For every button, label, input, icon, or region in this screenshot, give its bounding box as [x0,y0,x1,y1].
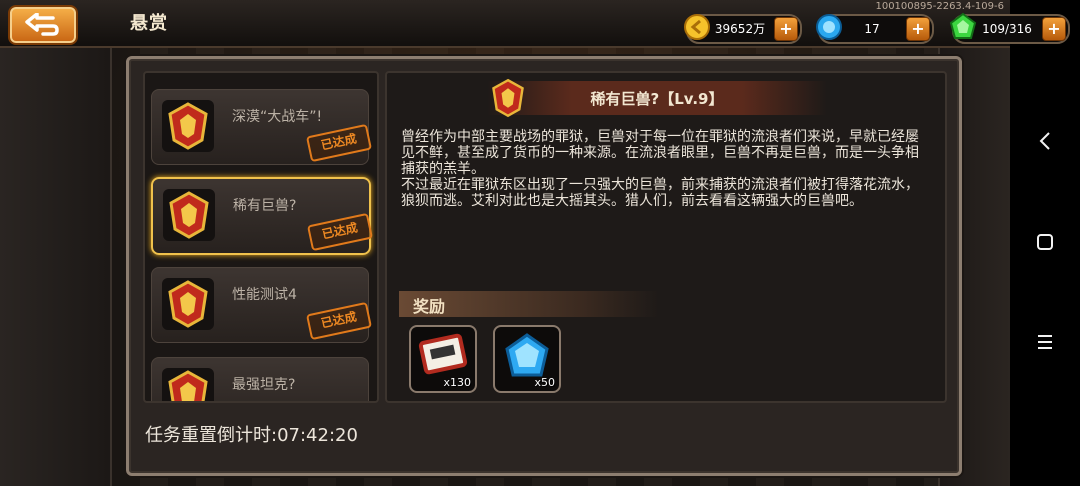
quest-medal-icon [163,189,215,241]
menu-lines-icon [1038,335,1052,349]
quest-description: 曾经作为中部主要战场的罪狱，巨兽对于每一位在罪狱的流浪者们来说，早就已经屡见不鲜… [401,129,931,209]
quest-detail: 稀有巨兽?【Lv.9】 曾经作为中部主要战场的罪狱，巨兽对于每一位在罪狱的流浪者… [385,71,947,403]
return-arrow-icon [25,13,59,36]
completed-stamp: 已达成 [305,301,373,341]
detail-title: 稀有巨兽?【Lv.9】 [590,90,724,108]
reward-item[interactable]: x130 [409,325,477,393]
countdown-time: 07:42:20 [277,425,358,446]
nav-back-button[interactable] [1010,121,1080,161]
completed-stamp: 已达成 [306,212,374,252]
description-paragraph: 不过最近在罪狱东区出现了一只强大的巨兽，前来捕获的流浪者们被打得落花流水，狼狈而… [401,177,919,209]
version-code: 100100895-2263.4-109-6 [875,1,1004,12]
gold-resource: 39652万 + [684,14,802,44]
quest-list[interactable]: 深漠“大战车”! 已达成 稀有巨兽? 已达成 性能测试4 已达成 最强坦克? [143,71,379,403]
quest-item[interactable]: 性能测试4 已达成 [151,267,373,343]
reset-countdown: 任务重置倒计时:07:42:20 [145,421,358,447]
page-title: 悬赏 [130,13,168,34]
energy-resource: 109/316 + [949,12,1070,44]
quest-name: 最强坦克? [232,377,296,393]
bounty-dialog: 深漠“大战车”! 已达成 稀有巨兽? 已达成 性能测试4 已达成 最强坦克? 稀… [126,56,962,476]
quest-rank-medal-icon [487,77,529,119]
nav-menu-button[interactable] [1010,322,1080,362]
add-crystal-button[interactable]: + [906,17,930,41]
reward-quantity: x130 [443,376,471,389]
back-button[interactable] [8,5,78,45]
android-nav-bar [1010,0,1080,486]
quest-medal-icon [162,278,214,330]
chevron-left-icon [1039,132,1050,150]
quest-medal-icon [162,368,214,401]
add-energy-button[interactable]: + [1042,17,1066,41]
quest-name: 性能测试4 [232,287,297,303]
countdown-label: 任务重置倒计时: [145,425,278,446]
quest-name: 稀有巨兽? [233,198,297,214]
reward-item[interactable]: x50 [493,325,561,393]
reward-label: 奖励 [413,297,446,316]
quest-item[interactable]: 深漠“大战车”! 已达成 [151,89,373,165]
completed-stamp: 已达成 [305,123,373,163]
energy-value: 109/316 [982,22,1032,36]
description-paragraph: 曾经作为中部主要战场的罪狱，巨兽对于每一位在罪狱的流浪者们来说，早就已经屡见不鲜… [401,129,919,177]
crystal-resource: 17 + [816,14,934,44]
top-bar: 悬赏 39652万 + 17 + [0,0,1010,48]
quest-item-selected[interactable]: 稀有巨兽? 已达成 [151,177,374,255]
reward-header: 奖励 [399,291,659,317]
quest-item[interactable]: 最强坦克? [151,357,369,401]
square-home-icon [1037,234,1053,250]
quest-medal-icon [162,100,214,152]
reward-quantity: x50 [534,376,555,389]
detail-header: 稀有巨兽?【Lv.9】 [487,81,827,115]
add-gold-button[interactable]: + [774,17,798,41]
nav-home-button[interactable] [1010,222,1080,262]
quest-name: 深漠“大战车”! [232,109,323,125]
crystal-value: 17 [864,22,880,36]
gold-value: 39652万 [714,22,766,36]
